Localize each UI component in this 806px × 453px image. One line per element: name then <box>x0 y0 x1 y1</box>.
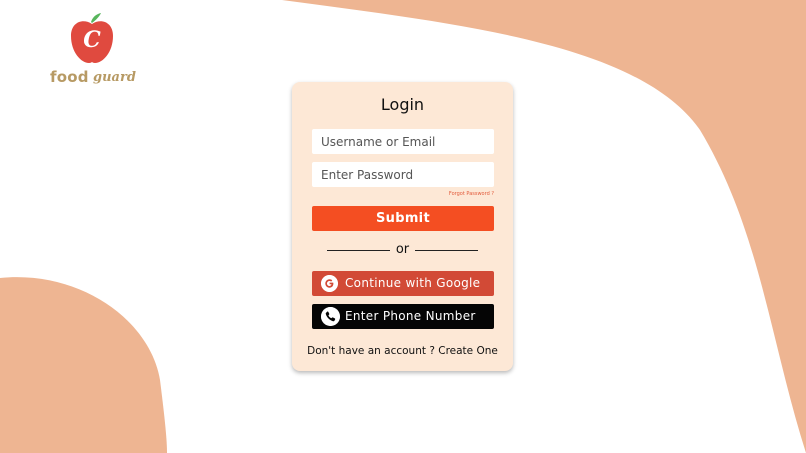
or-divider: or <box>327 242 478 258</box>
google-login-button[interactable]: Continue with Google <box>312 271 494 296</box>
logo-letter: C <box>83 27 101 53</box>
phone-login-label: Enter Phone Number <box>345 309 476 323</box>
login-card: Login Forgot Password ? Submit or Contin… <box>292 82 513 371</box>
google-login-label: Continue with Google <box>345 276 481 290</box>
phone-icon <box>321 307 340 326</box>
forgot-password-link[interactable]: Forgot Password ? <box>449 191 494 197</box>
brand-logo[interactable]: C food guard <box>50 12 140 86</box>
username-input[interactable] <box>312 129 494 154</box>
signup-prompt-text: Don't have an account ? <box>307 345 435 357</box>
apple-logo-icon: C <box>71 13 113 63</box>
bottom-left-blob <box>0 277 167 453</box>
signup-prompt: Don't have an account ? Create One <box>292 345 513 357</box>
password-input[interactable] <box>312 162 494 187</box>
brand-name-guard: guard <box>93 70 136 85</box>
google-g-icon <box>321 275 338 292</box>
phone-login-button[interactable]: Enter Phone Number <box>312 304 494 329</box>
submit-button[interactable]: Submit <box>312 206 494 231</box>
create-account-link[interactable]: Create One <box>438 345 498 357</box>
brand-name-food: food <box>50 68 89 86</box>
divider-line-right <box>415 250 478 251</box>
login-title: Login <box>380 95 425 114</box>
